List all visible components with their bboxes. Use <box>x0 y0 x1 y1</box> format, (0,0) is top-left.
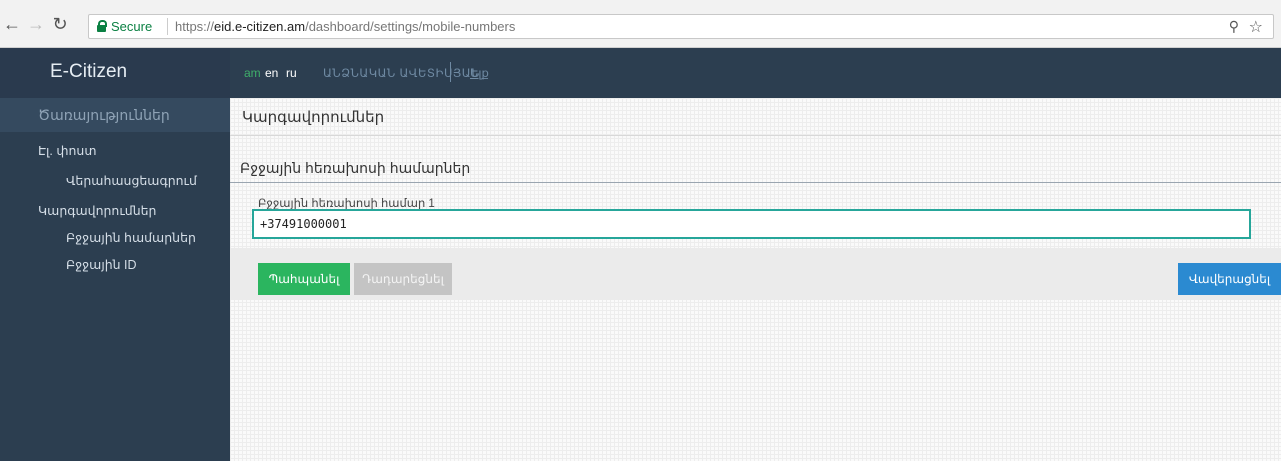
topbar-divider <box>450 62 451 82</box>
secure-label: Secure <box>111 19 153 34</box>
section-divider <box>230 182 1281 183</box>
section-title: Բջջային հեռախոսի համարներ <box>240 160 471 176</box>
bookmark-star-icon[interactable]: ☆ <box>1249 17 1263 37</box>
logout-link[interactable]: Ելք <box>470 66 489 80</box>
lock-icon <box>97 20 107 32</box>
address-bar[interactable]: Secure https://eid.e-citizen.am/dashboar… <box>88 14 1274 39</box>
brand-logo[interactable]: E-Citizen <box>0 48 230 98</box>
cancel-button[interactable]: Դադարեցնել <box>354 263 452 295</box>
verify-button[interactable]: Վավերացնել <box>1178 263 1281 295</box>
sidebar-item-settings[interactable]: Կարգավորումներ <box>0 196 230 226</box>
sidebar-item-mobile-numbers[interactable]: Բջջային համարներ <box>0 226 230 250</box>
address-divider <box>167 18 168 35</box>
phone-field-label: Բջջային հեռախոսի համար 1 <box>258 198 435 210</box>
url-host: eid.e-citizen.am <box>214 19 306 34</box>
sidebar-item-mobile-id[interactable]: Բջջային ID <box>0 250 230 280</box>
url-scheme: https:// <box>175 19 215 34</box>
zoom-icon[interactable]: ⚲ <box>1229 18 1239 35</box>
forward-arrow-icon[interactable]: → <box>26 14 46 34</box>
url-text[interactable]: https://eid.e-citizen.am/dashboard/setti… <box>175 19 515 34</box>
title-divider <box>230 135 1281 136</box>
sidebar-item-redirect[interactable]: Վերահասցեագրում <box>0 166 230 196</box>
sidebar-section-services[interactable]: Ծառայություններ <box>0 98 230 132</box>
back-arrow-icon[interactable]: ← <box>2 14 22 34</box>
phone-number-input[interactable] <box>252 209 1251 239</box>
top-navbar: am en ru ԱՆՁՆԱԿԱՆ ԱՎԵՏԻՍՅԱՆ Ելք <box>230 48 1281 98</box>
sidebar: E-Citizen Ծառայություններ Էլ. փոստ Վերահ… <box>0 48 230 461</box>
action-bar: Պահպանել Դադարեցնել Վավերացնել <box>230 248 1281 300</box>
browser-toolbar: ← → ↻ Secure https://eid.e-citizen.am/da… <box>0 0 1281 48</box>
reload-icon[interactable]: ↻ <box>50 14 70 34</box>
lang-am-link[interactable]: am <box>244 66 261 80</box>
sidebar-item-email[interactable]: Էլ. փոստ <box>0 136 230 166</box>
main-content: Կարգավորումներ Բջջային հեռախոսի համարներ… <box>230 98 1281 461</box>
lang-ru-link[interactable]: ru <box>286 66 297 80</box>
page-title: Կարգավորումներ <box>242 109 385 126</box>
user-name[interactable]: ԱՆՁՆԱԿԱՆ ԱՎԵՏԻՍՅԱՆ <box>323 66 480 80</box>
save-button[interactable]: Պահպանել <box>258 263 350 295</box>
url-path: /dashboard/settings/mobile-numbers <box>305 19 516 34</box>
lang-en-link[interactable]: en <box>265 66 278 80</box>
